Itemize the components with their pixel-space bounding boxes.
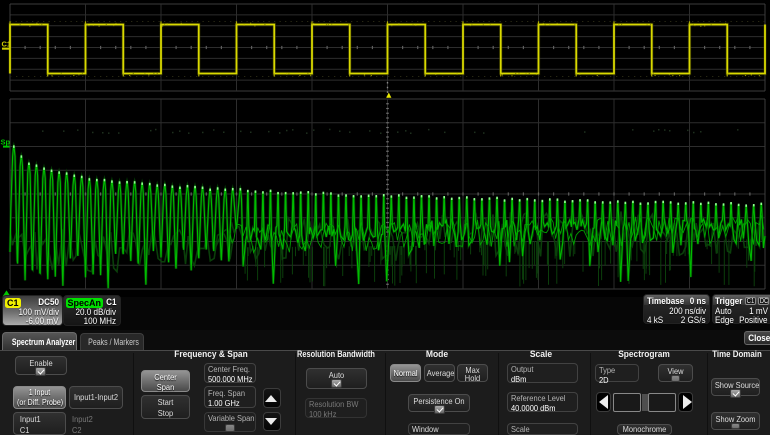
svg-text:Sp: Sp xyxy=(1,137,11,146)
svg-text:C1: C1 xyxy=(2,39,12,48)
